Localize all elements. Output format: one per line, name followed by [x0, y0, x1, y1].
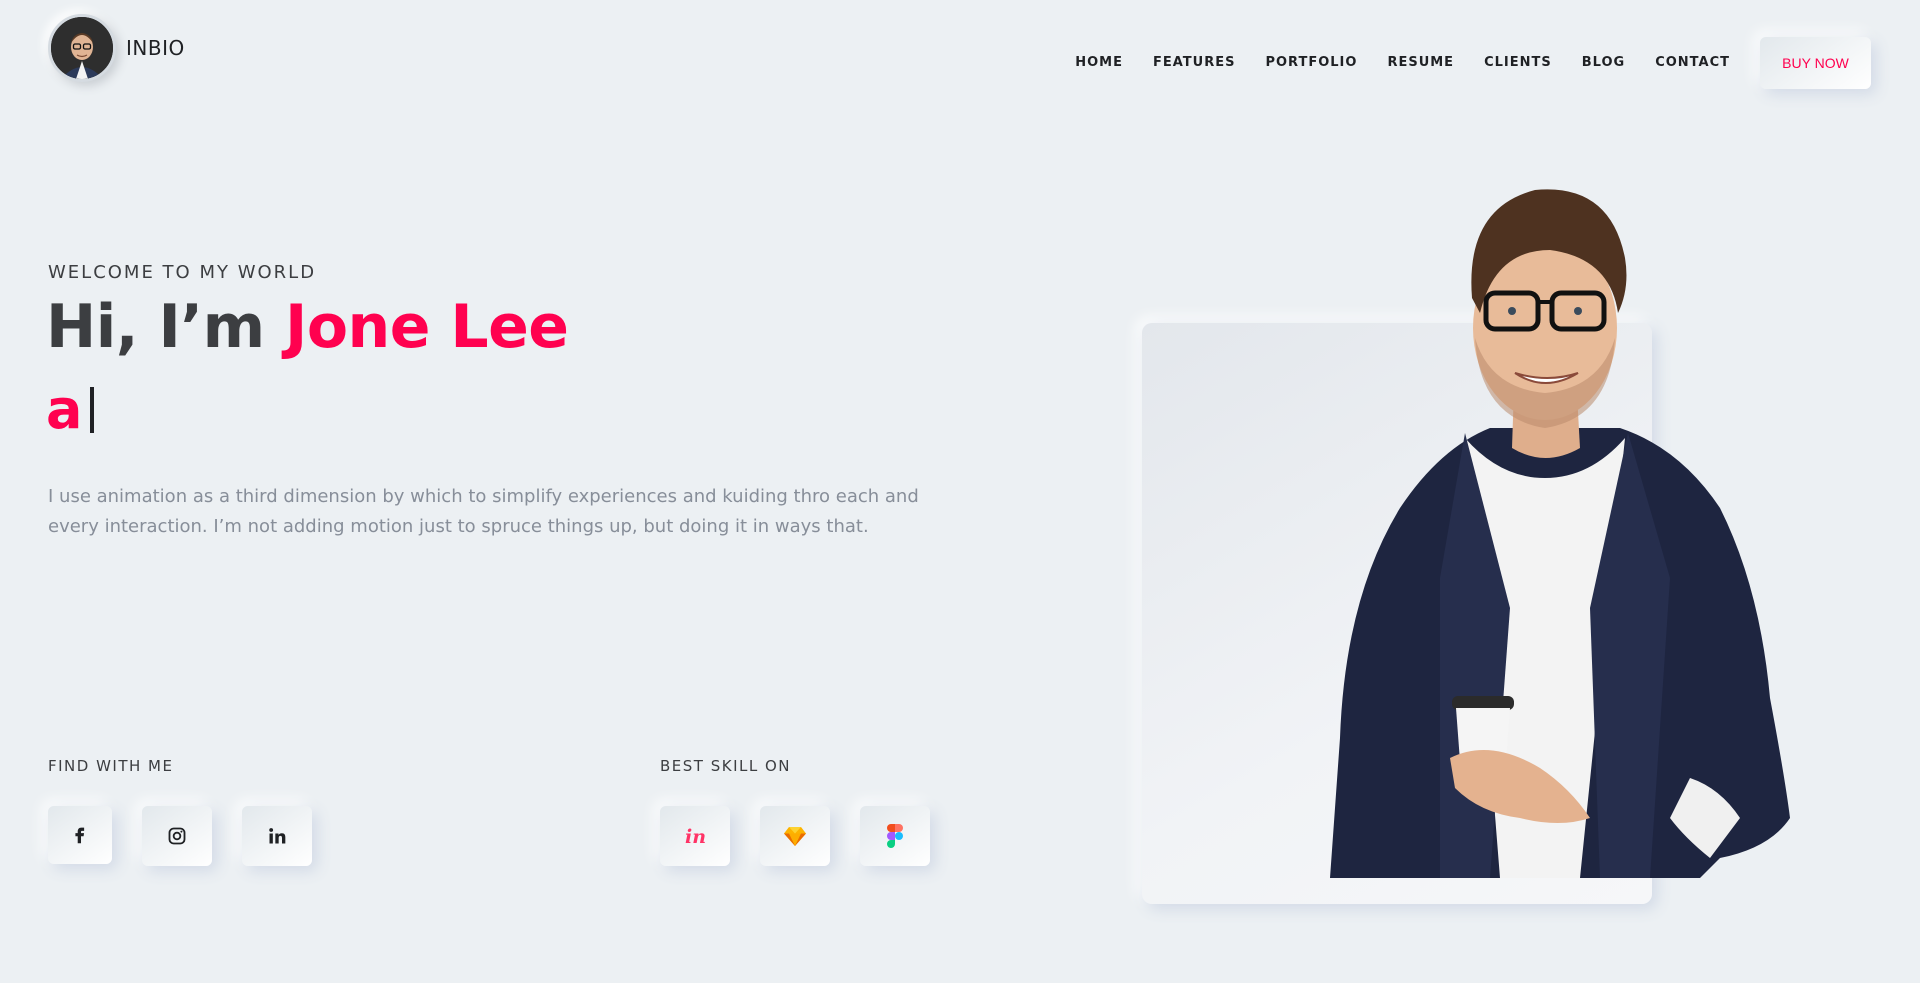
invision-skill[interactable]: in [660, 806, 730, 866]
hero-description: I use animation as a third dimension by … [48, 486, 919, 537]
nav-clients[interactable]: CLIENTS [1484, 55, 1552, 70]
typed-text: a [46, 378, 83, 441]
buy-now-button[interactable]: BUY NOW [1760, 37, 1871, 89]
nav-blog[interactable]: BLOG [1582, 55, 1625, 70]
find-with-me-label: FIND WITH ME [48, 757, 174, 775]
linkedin-icon [269, 828, 286, 844]
sketch-icon [784, 827, 806, 846]
hero-title: Hi, I’m Jone Lee [46, 292, 569, 362]
nav-contact[interactable]: CONTACT [1655, 55, 1730, 70]
nav-portfolio[interactable]: PORTFOLIO [1265, 55, 1357, 70]
figma-skill[interactable] [860, 806, 930, 866]
typing-cursor [90, 386, 95, 433]
invision-icon: in [685, 826, 706, 848]
main-nav: HOME FEATURES PORTFOLIO RESUME CLIENTS B… [1075, 55, 1730, 70]
typed-role: a [46, 378, 95, 441]
avatar-portrait-image [51, 17, 113, 79]
brand-logo[interactable]: INBIO [48, 14, 185, 82]
facebook-icon [75, 827, 85, 844]
brand-name: INBIO [126, 36, 185, 60]
figma-icon [887, 824, 903, 848]
social-links [48, 806, 312, 866]
avatar [48, 14, 116, 82]
welcome-text: WELCOME TO MY WORLD [48, 262, 317, 283]
portrait-image [1330, 189, 1790, 878]
instagram-link[interactable] [142, 806, 212, 866]
best-skill-label: BEST SKILL ON [660, 757, 792, 775]
nav-home[interactable]: HOME [1075, 55, 1123, 70]
site-header: INBIO HOME FEATURES PORTFOLIO RESUME CLI… [0, 0, 1920, 100]
sketch-skill[interactable] [760, 806, 830, 866]
hero-name: Jone Lee [285, 292, 569, 362]
nav-features[interactable]: FEATURES [1153, 55, 1236, 70]
hero-greeting: Hi, I’m [46, 292, 285, 362]
instagram-icon [168, 827, 186, 845]
skill-icons: in [660, 806, 930, 866]
nav-resume[interactable]: RESUME [1387, 55, 1454, 70]
linkedin-link[interactable] [242, 806, 312, 866]
facebook-link[interactable] [48, 806, 112, 864]
svg-text:in: in [685, 826, 706, 848]
